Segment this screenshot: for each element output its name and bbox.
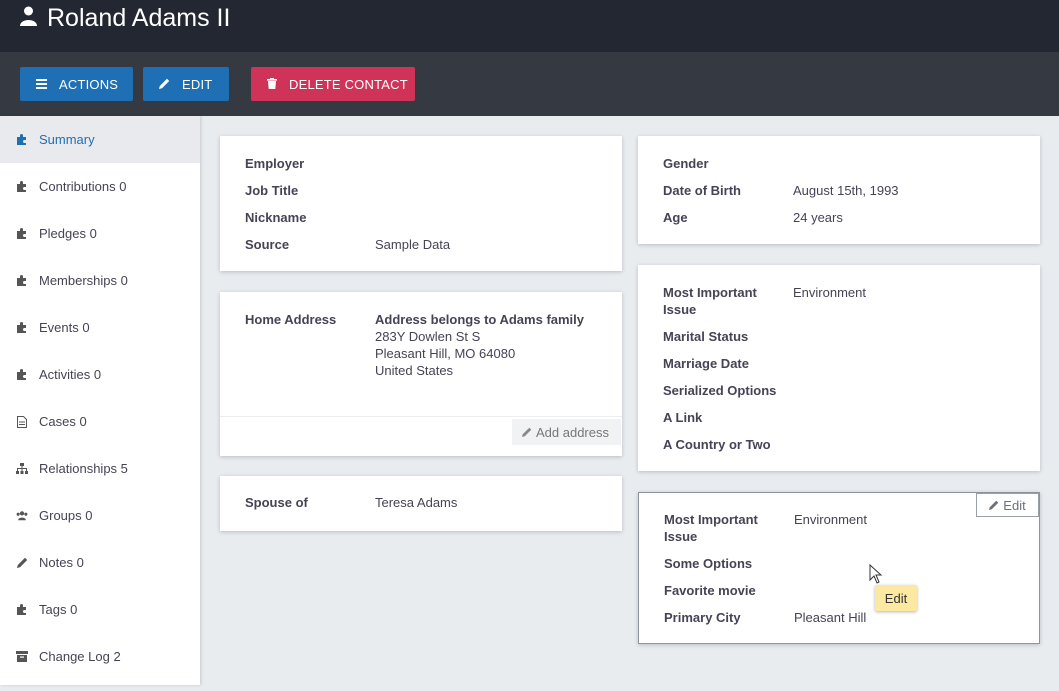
demographics-card: Gender Date of Birth August 15th, 1993 A… [638, 136, 1040, 244]
options-label: Some Options [664, 556, 753, 571]
address-belongs: Address belongs to Adams family [375, 312, 585, 327]
issue-value-2: Environment [794, 512, 867, 527]
dob-label: Date of Birth [663, 183, 741, 198]
puzzle-icon [16, 181, 28, 193]
sidebar-nav: Summary Contributions 0 Pledges 0 Member… [0, 116, 200, 685]
trash-icon [267, 77, 277, 92]
sidebar-item-label: Events 0 [39, 320, 90, 335]
link-label: A Link [663, 410, 703, 425]
sidebar-item-label: Activities 0 [39, 367, 102, 382]
sidebar-item-pledges[interactable]: Pledges 0 [0, 210, 200, 257]
custom-fields-card: Most Important Issue Environment Marital… [638, 265, 1040, 471]
puzzle-icon [16, 369, 28, 381]
city-value: Pleasant Hill [794, 610, 867, 625]
sidebar-item-tags[interactable]: Tags 0 [0, 586, 200, 633]
bars-icon [36, 77, 47, 92]
actions-button[interactable]: ACTIONS [20, 67, 133, 101]
puzzle-icon [16, 604, 28, 616]
pencil-icon [522, 425, 532, 440]
sidebar-item-label: Memberships 0 [39, 273, 128, 288]
sidebar-item-label: Notes 0 [39, 555, 84, 570]
address-footer: Add address [220, 416, 622, 456]
sidebar-item-summary[interactable]: Summary [0, 116, 200, 163]
sidebar-item-relationships[interactable]: Relationships 5 [0, 445, 200, 492]
address-city: Pleasant Hill, MO 64080 [375, 346, 516, 361]
source-value: Sample Data [375, 237, 451, 252]
puzzle-icon [16, 322, 28, 334]
sitemap-icon [16, 463, 28, 475]
nickname-label: Nickname [245, 210, 307, 225]
add-address-label: Add address [536, 424, 609, 440]
marriage-date-label: Marriage Date [663, 356, 749, 371]
users-icon [16, 510, 28, 522]
sidebar-item-contributions[interactable]: Contributions 0 [0, 163, 200, 210]
spouse-value: Teresa Adams [375, 495, 458, 510]
puzzle-icon [16, 134, 28, 146]
address-street: 283Y Dowlen St S [375, 329, 481, 344]
employer-label: Employer [245, 156, 305, 171]
sidebar-item-memberships[interactable]: Memberships 0 [0, 257, 200, 304]
sidebar-item-label: Relationships 5 [39, 461, 128, 476]
job-title-label: Job Title [245, 183, 299, 198]
custom-fields-card-2: Edit Most Important Issue Environment So… [638, 492, 1040, 644]
issue-label-2: Most Important Issue [664, 512, 758, 544]
pencil-icon [16, 557, 28, 569]
mouse-cursor-icon [869, 563, 883, 589]
page-header: Roland Adams II [0, 0, 1059, 52]
employment-card: Employer Job Title Nickname Source Sampl… [220, 136, 622, 271]
sidebar-item-cases[interactable]: Cases 0 [0, 398, 200, 445]
sidebar-item-activities[interactable]: Activities 0 [0, 351, 200, 398]
issue-value: Environment [793, 285, 866, 300]
add-address-button[interactable]: Add address [512, 419, 621, 445]
sidebar-item-label: Contributions 0 [39, 179, 127, 194]
page-title: Roland Adams II [20, 4, 230, 33]
sidebar-item-label: Tags 0 [39, 602, 78, 617]
spouse-label: Spouse of [245, 495, 308, 510]
archive-icon [16, 651, 28, 663]
puzzle-icon [16, 275, 28, 287]
gender-label: Gender [663, 156, 709, 171]
action-toolbar: ACTIONS EDIT DELETE CONTACT [0, 52, 1059, 116]
tooltip-text: Edit [884, 590, 908, 606]
edit-button[interactable]: EDIT [143, 67, 229, 101]
sidebar-item-label: Cases 0 [39, 414, 87, 429]
actions-button-label: ACTIONS [59, 76, 119, 92]
file-icon [16, 415, 28, 428]
relationship-card: Spouse of Teresa Adams [220, 476, 622, 531]
issue-label: Most Important Issue [663, 285, 757, 317]
sidebar-item-label: Change Log 2 [39, 649, 121, 664]
city-label: Primary City [664, 610, 741, 625]
sidebar-item-label: Summary [39, 132, 95, 147]
address-card: Home Address Address belongs to Adams fa… [220, 292, 622, 456]
serialized-label: Serialized Options [663, 383, 777, 398]
address-country: United States [375, 363, 454, 378]
user-icon [20, 4, 37, 33]
marital-label: Marital Status [663, 329, 749, 344]
source-label: Source [245, 237, 290, 252]
movie-label: Favorite movie [664, 583, 756, 598]
sidebar-item-notes[interactable]: Notes 0 [0, 539, 200, 586]
edit-button-label: EDIT [182, 76, 213, 92]
sidebar-item-change-log[interactable]: Change Log 2 [0, 633, 200, 680]
country-label: A Country or Two [663, 437, 771, 452]
delete-contact-button[interactable]: DELETE CONTACT [251, 67, 415, 101]
age-label: Age [663, 210, 688, 225]
contact-name: Roland Adams II [47, 4, 231, 32]
delete-button-label: DELETE CONTACT [289, 76, 408, 92]
sidebar-item-label: Pledges 0 [39, 226, 97, 241]
sidebar-item-label: Groups 0 [39, 508, 93, 523]
dob-value: August 15th, 1993 [793, 183, 899, 198]
sidebar-item-groups[interactable]: Groups 0 [0, 492, 200, 539]
home-address-label: Home Address [245, 312, 337, 327]
pencil-icon [159, 77, 170, 92]
puzzle-icon [16, 228, 28, 240]
age-value: 24 years [793, 210, 843, 225]
sidebar-item-events[interactable]: Events 0 [0, 304, 200, 351]
